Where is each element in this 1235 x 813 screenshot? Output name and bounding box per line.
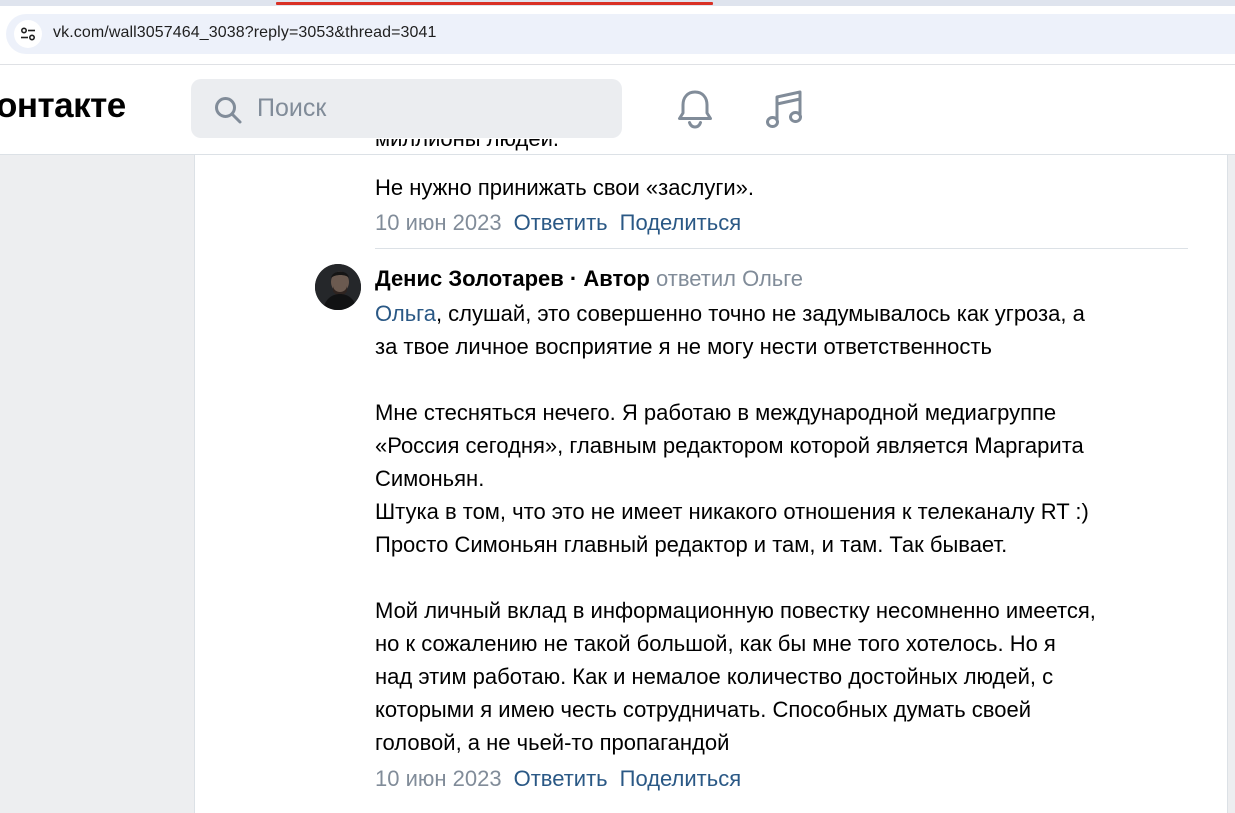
comment-body: Ольга, слушай, это совершенно точно не з… bbox=[375, 297, 1205, 759]
comment-line: «Россия сегодня», главным редактором кот… bbox=[375, 433, 1084, 458]
comment-line: которыми я имею честь сотрудничать. Спос… bbox=[375, 697, 1031, 722]
comment-line: , слушай, это совершенно точно не задумы… bbox=[435, 301, 1085, 326]
comment-line: Штука в том, что это не имеет никакого о… bbox=[375, 499, 1089, 524]
comment-meta: 10 июн 2023 Ответить Поделиться bbox=[375, 764, 741, 794]
prev-comment-last-line: Не нужно принижать свои «заслуги». bbox=[375, 175, 754, 200]
reply-button[interactable]: Ответить bbox=[514, 210, 608, 235]
comment-divider bbox=[375, 248, 1188, 249]
search-box[interactable] bbox=[191, 79, 622, 138]
browser-toolbar: vk.com/wall3057464_3038?reply=3053&threa… bbox=[0, 6, 1235, 65]
comment-line: головой, а не чьей-то пропагандой bbox=[375, 730, 730, 755]
site-info-icon[interactable] bbox=[14, 20, 42, 48]
replied-to-link[interactable]: ответил Ольге bbox=[656, 266, 803, 291]
bell-icon[interactable] bbox=[675, 88, 715, 130]
search-input[interactable] bbox=[257, 79, 597, 138]
prev-comment-cut-line: миллионы людей. bbox=[375, 139, 559, 155]
address-bar[interactable]: vk.com/wall3057464_3038?reply=3053&threa… bbox=[6, 14, 1235, 54]
comment-author-line: Денис Золотарев · Автор ответил Ольге bbox=[375, 264, 803, 294]
comment-line: Мой личный вклад в информационную повест… bbox=[375, 598, 1096, 623]
author-name[interactable]: Денис Золотарев bbox=[375, 266, 564, 291]
avatar[interactable] bbox=[315, 264, 361, 310]
reply-button[interactable]: Ответить bbox=[514, 766, 608, 791]
share-button[interactable]: Поделиться bbox=[620, 210, 741, 235]
comment-line: Мне стесняться нечего. Я работаю в между… bbox=[375, 400, 1057, 425]
url-text[interactable]: vk.com/wall3057464_3038?reply=3053&threa… bbox=[53, 24, 437, 42]
logo-text[interactable]: онтакте bbox=[0, 86, 126, 126]
comment-line: но к сожалению не такой большой, как бы … bbox=[375, 631, 1056, 656]
share-button[interactable]: Поделиться bbox=[620, 766, 741, 791]
music-icon[interactable] bbox=[764, 88, 804, 130]
author-separator: · bbox=[569, 266, 578, 291]
search-icon bbox=[213, 95, 243, 130]
comment-date[interactable]: 10 июн 2023 bbox=[375, 210, 502, 235]
tab-loading-indicator bbox=[276, 2, 713, 5]
comment-line: за твое личное восприятие я не могу нест… bbox=[375, 334, 992, 359]
comment-date[interactable]: 10 июн 2023 bbox=[375, 766, 502, 791]
prev-comment-meta: 10 июн 2023 Ответить Поделиться bbox=[375, 208, 741, 238]
comment-line: над этим работаю. Как и немалое количест… bbox=[375, 664, 1054, 689]
author-role: Автор bbox=[583, 266, 650, 291]
site-header: онтакте bbox=[0, 65, 1235, 155]
comment-line: Просто Симоньян главный редактор и там, … bbox=[375, 532, 1008, 557]
comment-line: Симоньян. bbox=[375, 466, 485, 491]
mention-link[interactable]: Ольга bbox=[375, 301, 436, 326]
comment-paragraph: Ольга, слушай, это совершенно точно не з… bbox=[375, 297, 1205, 330]
